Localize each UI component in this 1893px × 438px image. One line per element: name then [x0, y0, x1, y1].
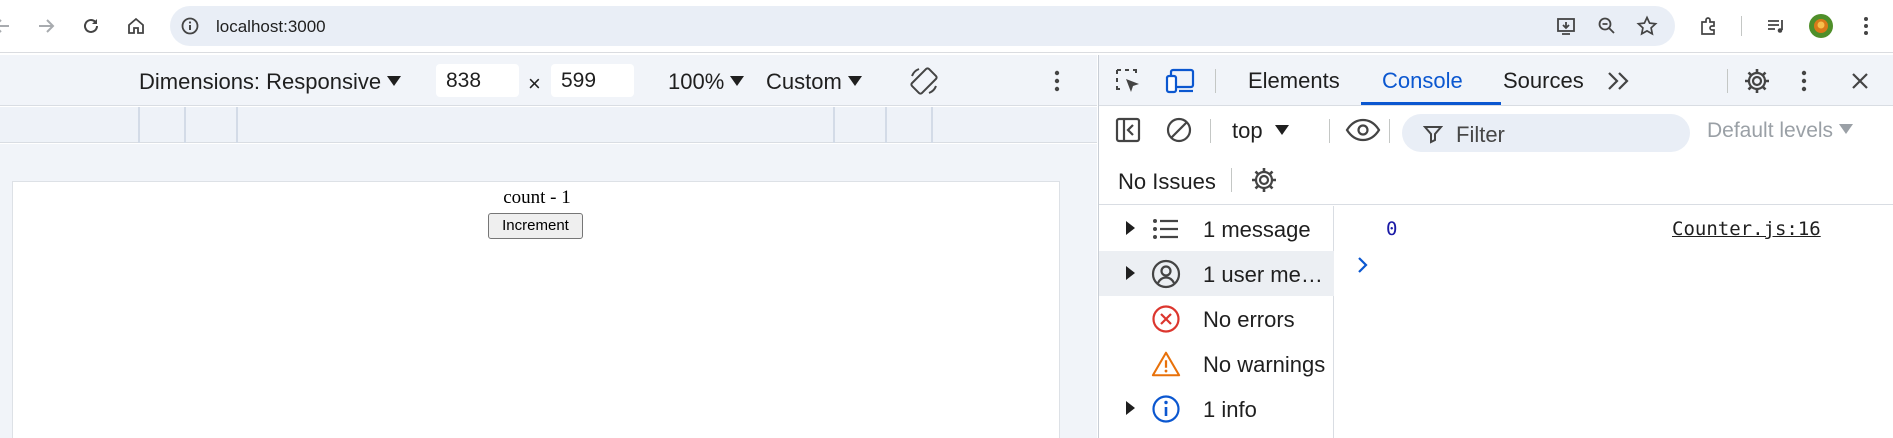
ruler-tick	[236, 107, 238, 143]
toolbar-separator	[1389, 119, 1390, 143]
filter-funnel-icon	[1422, 123, 1444, 145]
chevron-down-icon	[1274, 125, 1289, 136]
media-control-icon[interactable]	[1760, 10, 1792, 42]
devtools-tabbar: Elements Console Sources	[1099, 55, 1893, 106]
context-label: top	[1232, 118, 1263, 143]
forward-icon[interactable]	[30, 10, 62, 42]
log-message-value: 0	[1386, 218, 1398, 240]
sidebar-item-label: 1 message	[1203, 217, 1311, 242]
url-text[interactable]: localhost:3000	[216, 17, 326, 37]
tab-separator	[1215, 69, 1216, 93]
rotate-icon[interactable]	[904, 63, 944, 99]
console-log-area: 0 Counter.js:16	[1335, 206, 1893, 438]
dimensions-label: Dimensions: Responsive	[139, 69, 382, 94]
settings-gear-icon[interactable]	[1742, 66, 1772, 96]
console-sidebar: 1 message 1 user mes… No errors No warni…	[1099, 206, 1334, 438]
warning-icon	[1151, 349, 1181, 379]
profile-avatar[interactable]	[1805, 10, 1837, 42]
media-query-ruler	[0, 107, 1097, 143]
tab-console[interactable]: Console	[1382, 68, 1463, 94]
toolbar-separator	[1329, 119, 1330, 143]
throttle-label: Custom	[766, 69, 842, 94]
bookmark-star-icon[interactable]	[1635, 14, 1659, 38]
site-info-icon[interactable]	[178, 14, 202, 38]
back-icon[interactable]	[0, 10, 18, 42]
sidebar-toggle-icon[interactable]	[1113, 115, 1143, 145]
sidebar-item-messages[interactable]: 1 message	[1099, 206, 1334, 251]
ruler-tick	[833, 107, 835, 143]
sidebar-item-label: 1 user mes…	[1203, 262, 1331, 287]
reload-icon[interactable]	[75, 10, 107, 42]
more-vert-icon[interactable]	[1850, 10, 1882, 42]
sidebar-item-user-messages[interactable]: 1 user mes…	[1099, 251, 1334, 296]
ruler-tick	[138, 107, 140, 143]
sidebar-item-label: No errors	[1203, 307, 1295, 332]
throttle-dropdown[interactable]: Custom	[766, 69, 862, 95]
ruler-tick	[184, 107, 186, 143]
tab-sources[interactable]: Sources	[1503, 68, 1584, 94]
expand-arrow-icon[interactable]	[1126, 221, 1135, 235]
issues-bar: No Issues	[1099, 155, 1893, 205]
tab-elements[interactable]: Elements	[1248, 68, 1340, 94]
user-icon	[1151, 259, 1181, 289]
times-symbol: ×	[528, 71, 541, 96]
chevron-down-icon	[730, 76, 745, 87]
counter-text: count - 1	[503, 187, 571, 208]
more-vert-icon[interactable]	[1047, 69, 1067, 93]
dimensions-dropdown[interactable]: Dimensions: Responsive	[139, 69, 402, 95]
device-toolbar: Dimensions: Responsive 838 × 599 100% Cu…	[0, 55, 1097, 106]
extensions-icon[interactable]	[1693, 10, 1725, 42]
error-icon	[1151, 304, 1181, 334]
install-app-icon[interactable]	[1554, 14, 1578, 38]
filter-input[interactable]: Filter	[1402, 114, 1690, 152]
console-settings-gear-icon[interactable]	[1249, 165, 1279, 195]
width-input[interactable]: 838	[436, 64, 519, 97]
console-toolbar: top Filter Default levels	[1099, 107, 1893, 155]
chevron-down-icon	[387, 76, 402, 87]
zoom-label: 100%	[668, 69, 725, 94]
clear-console-icon[interactable]	[1164, 115, 1194, 145]
sidebar-item-errors[interactable]: No errors	[1099, 296, 1334, 341]
info-icon	[1151, 394, 1181, 424]
tab-separator	[1727, 69, 1728, 93]
sidebar-item-warnings[interactable]: No warnings	[1099, 341, 1334, 386]
device-mode-icon[interactable]	[1165, 66, 1197, 96]
expand-arrow-icon[interactable]	[1126, 401, 1135, 415]
expand-arrow-icon[interactable]	[1126, 266, 1135, 280]
close-icon[interactable]	[1847, 68, 1873, 94]
list-icon	[1151, 214, 1181, 244]
devtools-panel: Elements Console Sources top Filter Defa…	[1098, 55, 1893, 438]
inspect-element-icon[interactable]	[1113, 66, 1143, 96]
ruler-tick	[885, 107, 887, 143]
active-tab-indicator	[1361, 102, 1501, 105]
log-levels-label: Default levels	[1707, 119, 1834, 142]
log-source-link[interactable]: Counter.js:16	[1672, 218, 1821, 240]
home-icon[interactable]	[120, 10, 152, 42]
ruler-tick	[931, 107, 933, 143]
chevron-down-icon	[1839, 124, 1854, 135]
browser-toolbar: localhost:3000	[0, 0, 1893, 53]
live-expression-eye-icon[interactable]	[1344, 115, 1382, 145]
context-selector[interactable]: top	[1232, 118, 1289, 144]
chevron-down-icon	[847, 76, 862, 87]
more-vert-icon[interactable]	[1797, 69, 1811, 93]
zoom-icon[interactable]	[1595, 14, 1619, 38]
page-viewport: count - 1 Increment	[12, 181, 1060, 438]
issues-counter[interactable]: No Issues	[1118, 169, 1216, 195]
toolbar-divider	[1741, 16, 1742, 36]
increment-button[interactable]: Increment	[488, 213, 583, 239]
more-tabs-icon[interactable]	[1604, 67, 1634, 95]
toolbar-separator	[1210, 119, 1211, 143]
sidebar-item-info[interactable]: 1 info	[1099, 386, 1334, 431]
address-bar[interactable]: localhost:3000	[170, 6, 1675, 46]
zoom-dropdown[interactable]: 100%	[668, 69, 745, 95]
sidebar-item-label: 1 info	[1203, 397, 1257, 422]
height-input[interactable]: 599	[551, 64, 634, 97]
log-levels-dropdown[interactable]: Default levels	[1707, 119, 1854, 143]
sidebar-item-label: No warnings	[1203, 352, 1326, 377]
console-prompt-chevron-icon[interactable]	[1353, 252, 1373, 278]
filter-placeholder: Filter	[1456, 122, 1505, 147]
issues-separator	[1231, 168, 1232, 192]
